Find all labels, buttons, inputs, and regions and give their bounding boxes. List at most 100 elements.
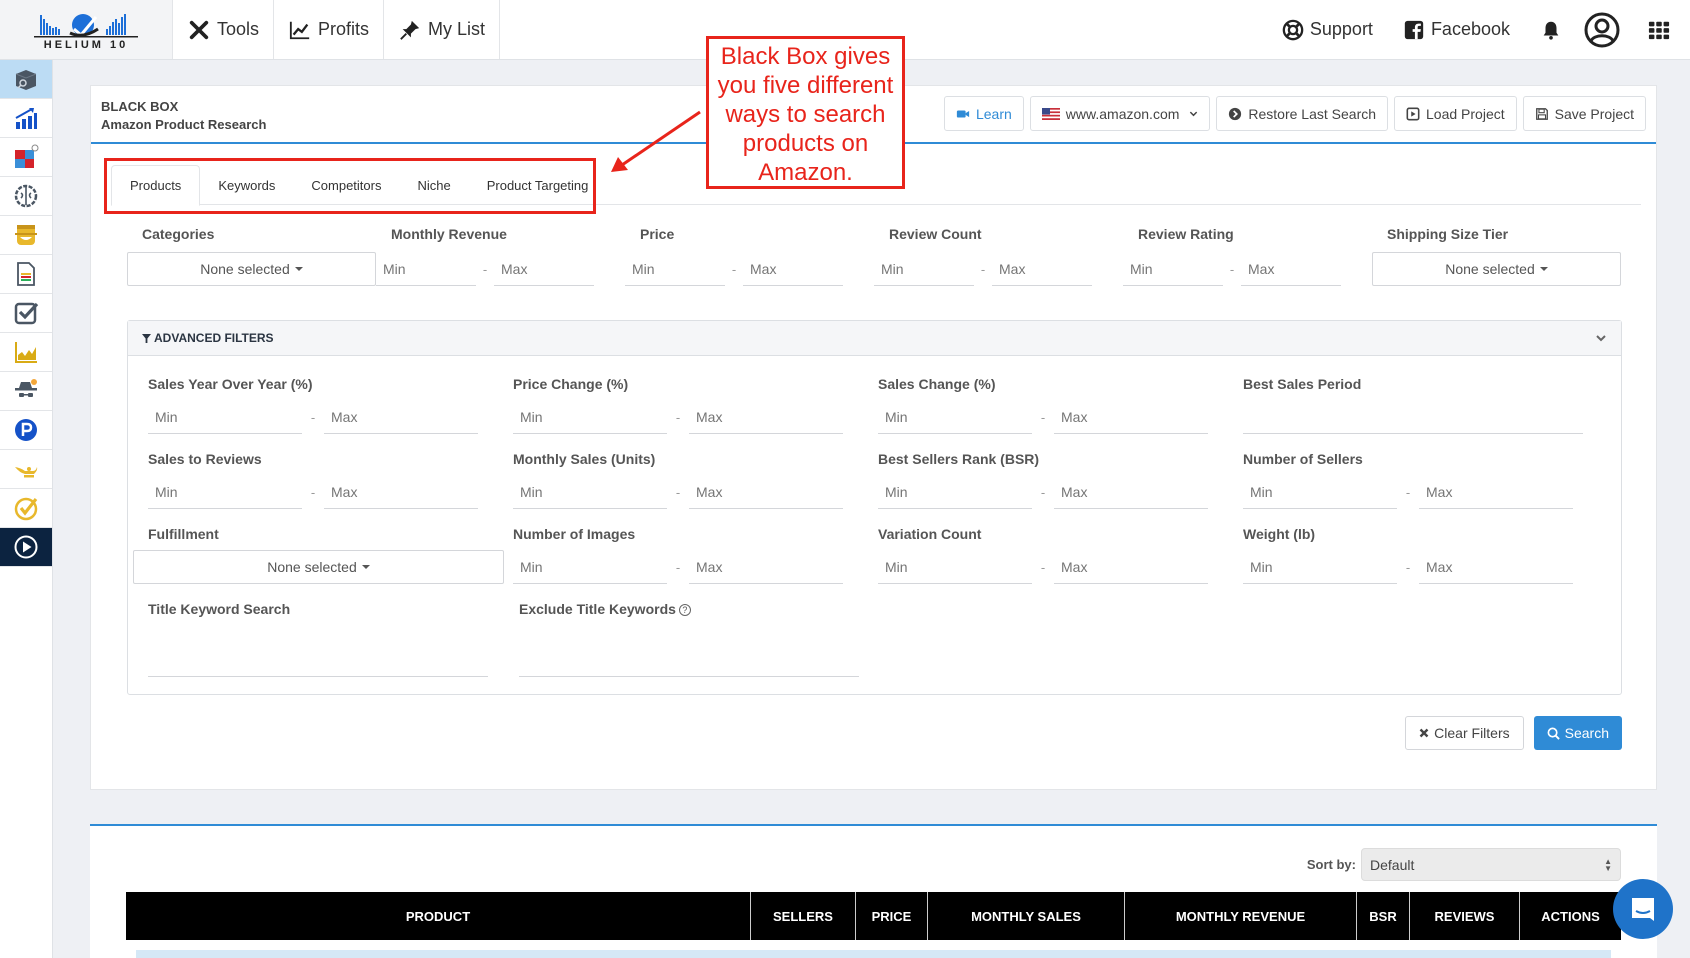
weight-label: Weight (lb) [1243,526,1316,542]
notifications-button[interactable] [1540,19,1562,41]
monthly-revenue-max[interactable] [494,252,594,286]
clear-filters-button[interactable]: Clear Filters [1405,716,1524,750]
review-rating-max[interactable] [1241,252,1341,286]
monthly-sales-max[interactable] [689,475,843,509]
sidebar-item-alerts[interactable] [0,372,52,411]
col-reviews[interactable]: REVIEWS [1410,892,1520,940]
bsr-label: Best Sellers Rank (BSR) [878,451,1040,467]
weight-min[interactable] [1243,550,1397,584]
facebook-link[interactable]: Facebook [1403,19,1510,41]
sales-to-reviews-min[interactable] [148,475,302,509]
brain-icon [14,184,38,208]
exclude-title-keywords-input[interactable] [519,643,859,677]
sidebar-item-magnet[interactable] [0,177,52,216]
sidebar-item-refund-genie[interactable] [0,489,52,528]
range-dash: - [980,261,986,277]
nav-my-list[interactable]: My List [384,0,501,59]
sort-value: Default [1370,856,1415,873]
checkbox-icon [14,302,39,325]
sidebar-item-scribbles[interactable] [0,255,52,294]
images-min[interactable] [513,550,667,584]
chart-line-icon [289,21,310,39]
sidebar-item-black-box[interactable] [0,60,52,99]
sidebar-item-misspellinator[interactable] [0,138,52,177]
images-max[interactable] [689,550,843,584]
range-dash: - [1040,484,1046,500]
nav-profits[interactable]: Profits [274,0,385,59]
advanced-filters-toggle[interactable]: ADVANCED FILTERS [128,321,1621,356]
sidebar-item-frankenstein[interactable] [0,216,52,255]
filter-sales-to-reviews: Sales to Reviews - [148,451,513,526]
price-change-max[interactable] [689,400,843,434]
clear-filters-label: Clear Filters [1434,725,1510,741]
sidebar-item-keyword-tracker[interactable] [0,333,52,372]
annotation-callout: Black Box gives you five different ways … [706,36,905,189]
filter-weight: Weight (lb) - [1243,526,1608,601]
apps-grid-button[interactable] [1648,19,1670,41]
categories-select[interactable]: None selected [127,252,376,286]
col-monthly-revenue[interactable]: MONTHLY REVENUE [1125,892,1357,940]
col-product[interactable]: PRODUCT [126,892,751,940]
categories-value: None selected [200,261,290,277]
learn-button[interactable]: Learn [943,96,1024,131]
exclude-title-keywords-text: Exclude Title Keywords [519,601,676,617]
variation-max[interactable] [1054,550,1208,584]
range-dash: - [675,484,681,500]
save-label: Save Project [1554,105,1634,122]
sales-yoy-max[interactable] [324,400,478,434]
review-rating-min[interactable] [1123,252,1223,286]
bsr-max[interactable] [1054,475,1208,509]
sales-to-reviews-max[interactable] [324,475,478,509]
col-price[interactable]: PRICE [856,892,928,940]
results-row-placeholder [136,950,1611,958]
sort-select[interactable]: Default ▲ ▼ [1361,848,1621,881]
title-keyword-search-input[interactable] [148,643,488,677]
restore-last-search-button[interactable]: Restore Last Search [1216,96,1389,131]
us-flag-icon [1041,107,1060,120]
monthly-revenue-min[interactable] [376,252,476,286]
review-count-min[interactable] [874,252,974,286]
shipping-size-tier-select[interactable]: None selected [1372,252,1621,286]
review-count-max[interactable] [992,252,1092,286]
sellers-min[interactable] [1243,475,1397,509]
sidebar-item-profits[interactable] [0,411,52,450]
logo-text: HELIUM 10 [43,38,129,51]
sellers-max[interactable] [1419,475,1573,509]
sales-yoy-min[interactable] [148,400,302,434]
monthly-sales-min[interactable] [513,475,667,509]
sidebar-item-trends[interactable] [0,99,52,138]
col-actions[interactable]: ACTIONS [1520,892,1621,940]
fulfillment-label: Fulfillment [148,526,219,542]
filter-monthly-sales-units: Monthly Sales (Units) - [513,451,878,526]
bsr-min[interactable] [878,475,1032,509]
price-max[interactable] [743,252,843,286]
support-link[interactable]: Support [1282,19,1373,41]
nav-tools[interactable]: Tools [173,0,275,59]
sidebar-item-genie[interactable] [0,450,52,489]
helium10-logo[interactable]: HELIUM 10 [0,0,173,59]
filter-number-of-images: Number of Images - [513,526,878,601]
help-icon[interactable]: ? [678,604,691,616]
search-button[interactable]: Search [1533,716,1622,750]
chat-launcher-button[interactable] [1613,879,1673,939]
sales-change-max[interactable] [1054,400,1208,434]
sidebar-item-tutorials[interactable] [0,528,52,567]
save-project-button[interactable]: Save Project [1522,96,1646,131]
search-label: Search [1564,725,1609,741]
col-monthly-sales[interactable]: MONTHLY SALES [928,892,1125,940]
marketplace-select[interactable]: www.amazon.com [1029,96,1211,131]
best-sales-period-select[interactable] [1243,400,1583,434]
load-project-button[interactable]: Load Project [1394,96,1517,131]
document-icon [17,262,35,286]
col-bsr[interactable]: BSR [1357,892,1410,940]
price-change-min[interactable] [513,400,667,434]
top-right-nav: Support Facebook [1252,0,1690,59]
weight-max[interactable] [1419,550,1573,584]
fulfillment-select[interactable]: None selected [133,550,504,584]
price-min[interactable] [625,252,725,286]
user-avatar-button[interactable] [1584,12,1620,48]
variation-min[interactable] [878,550,1032,584]
sales-change-min[interactable] [878,400,1032,434]
sidebar-item-index-checker[interactable] [0,294,52,333]
col-sellers[interactable]: SELLERS [751,892,856,940]
